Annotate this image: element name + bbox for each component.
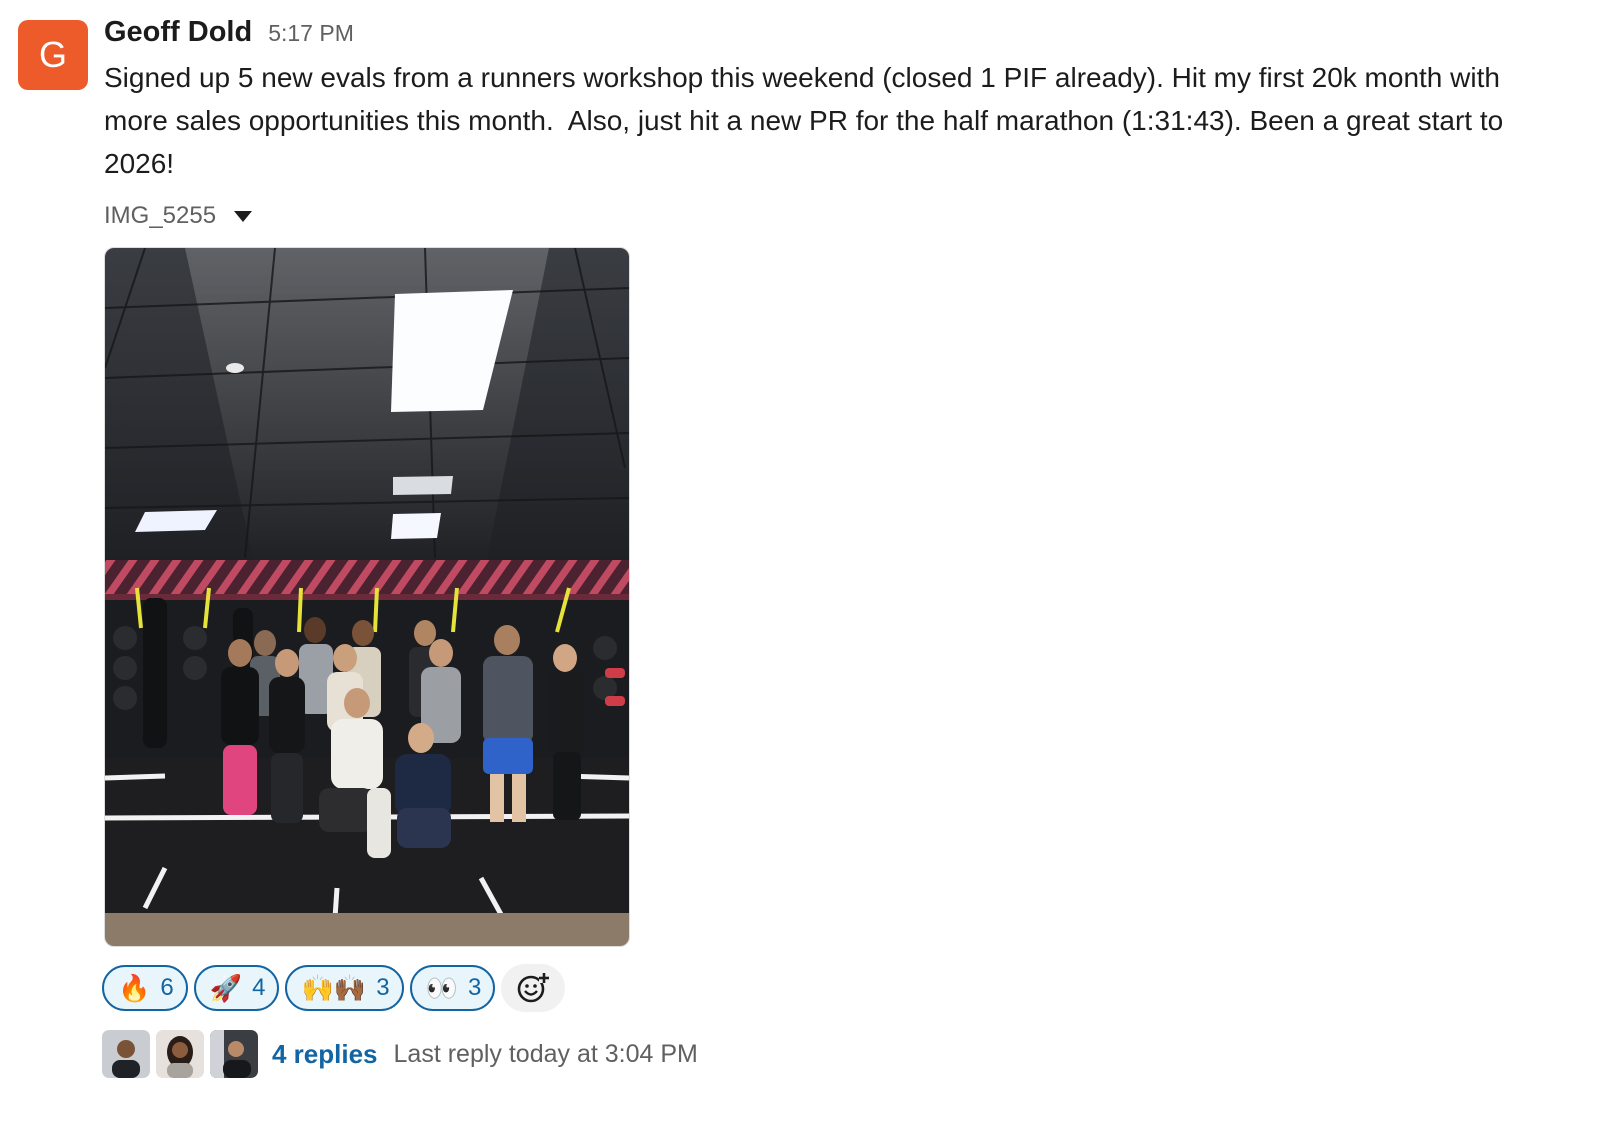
caret-down-icon[interactable] <box>234 210 253 222</box>
message-timestamp[interactable]: 5:17 PM <box>268 20 354 47</box>
reaction-pill[interactable]: 🙌🙌🏾 3 <box>285 965 404 1011</box>
raised-hands-icon: 🙌🙌🏾 <box>301 973 367 1003</box>
reaction-count: 4 <box>252 974 266 1001</box>
add-reaction-button[interactable] <box>501 964 566 1012</box>
sender-name[interactable]: Geoff Dold <box>104 16 252 49</box>
replies-link[interactable]: 4 replies <box>272 1039 378 1070</box>
thread-avatar <box>156 1030 204 1078</box>
thread-summary[interactable]: 4 replies Last reply today at 3:04 PM <box>102 1029 1584 1079</box>
reactions-bar: 🔥 6 🚀 4 🙌🙌🏾 3 👀 3 <box>102 963 1584 1013</box>
attachment-toggle[interactable]: IMG_5255 <box>104 199 1584 233</box>
fire-icon: 🔥 <box>118 973 151 1003</box>
message-content: Geoff Dold 5:17 PM Signed up 5 new evals… <box>102 16 1584 1079</box>
message-header: Geoff Dold 5:17 PM <box>104 16 1584 56</box>
rocket-icon: 🚀 <box>209 973 243 1003</box>
attachment-image[interactable] <box>104 247 630 947</box>
thread-avatar <box>102 1030 150 1078</box>
reaction-count: 6 <box>160 974 174 1001</box>
reaction-count: 3 <box>376 974 390 1001</box>
reaction-pill[interactable]: 🔥 6 <box>102 965 188 1011</box>
reply-avatar-1 <box>102 1030 150 1078</box>
last-reply-time: Last reply today at 3:04 PM <box>393 1039 698 1068</box>
reply-avatar-3 <box>210 1030 258 1078</box>
add-reaction-icon <box>518 973 550 1003</box>
reaction-pill[interactable]: 🚀 4 <box>193 965 280 1011</box>
attachment-filename: IMG_5255 <box>104 202 217 229</box>
sender-avatar[interactable]: G <box>18 20 88 90</box>
thread-avatar <box>210 1030 258 1078</box>
reaction-pill[interactable]: 👀 3 <box>409 965 496 1011</box>
eyes-icon: 👀 <box>425 973 458 1003</box>
reply-avatar-2 <box>156 1030 204 1078</box>
gym-group-photo <box>105 248 629 946</box>
message-text: Signed up 5 new evals from a runners wor… <box>104 62 1511 179</box>
reaction-count: 3 <box>467 974 482 1001</box>
